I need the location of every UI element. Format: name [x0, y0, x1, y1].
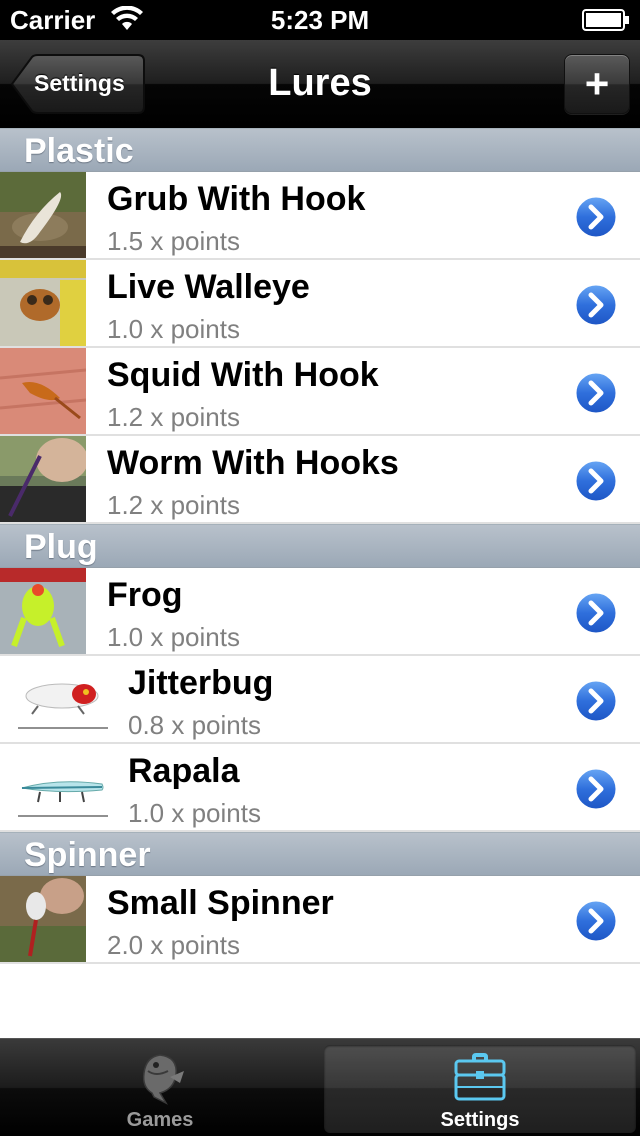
lure-name: Frog: [107, 576, 183, 614]
status-time: 5:23 PM: [270, 5, 370, 35]
lure-points: 1.5 x points: [107, 226, 240, 256]
detail-disclosure-icon[interactable]: [573, 458, 619, 504]
lure-thumbnail: [0, 260, 86, 346]
section-header-spinner: Spinner: [0, 832, 640, 876]
detail-disclosure-icon[interactable]: [573, 282, 619, 328]
section-title: Plug: [24, 528, 98, 566]
lure-points: 2.0 x points: [107, 930, 240, 960]
lure-points: 0.8 x points: [128, 710, 261, 740]
section-title: Plastic: [24, 132, 134, 170]
lure-name: Squid With Hook: [107, 356, 379, 394]
list-item[interactable]: Jitterbug 0.8 x points: [0, 656, 640, 744]
detail-disclosure-icon[interactable]: [573, 678, 619, 724]
lure-name: Live Walleye: [107, 268, 310, 306]
tackle-box-icon: [454, 1053, 506, 1101]
lure-points: 1.0 x points: [128, 798, 261, 828]
section-header-plug: Plug: [0, 524, 640, 568]
detail-disclosure-icon[interactable]: [573, 898, 619, 944]
tab-settings[interactable]: Settings: [324, 1045, 636, 1133]
list-item[interactable]: Worm With Hooks 1.2 x points: [0, 436, 640, 524]
section-header-plastic: Plastic: [0, 128, 640, 172]
lure-list[interactable]: Plastic Grub With Hook 1.5 x points Live…: [0, 128, 640, 1036]
list-item[interactable]: Small Spinner 2.0 x points: [0, 876, 640, 964]
lure-points: 1.0 x points: [107, 622, 240, 652]
section-title: Spinner: [24, 836, 151, 874]
lure-name: Small Spinner: [107, 884, 334, 922]
lure-thumbnail: [18, 683, 108, 729]
page-title: Lures: [268, 62, 372, 104]
plus-icon: +: [584, 60, 610, 107]
lure-thumbnail: [18, 781, 108, 817]
lure-points: 1.2 x points: [107, 490, 240, 520]
tab-label: Settings: [440, 1109, 520, 1131]
list-item[interactable]: Frog 1.0 x points: [0, 568, 640, 656]
lure-name: Grub With Hook: [107, 180, 366, 218]
lure-points: 1.2 x points: [107, 402, 240, 432]
detail-disclosure-icon[interactable]: [573, 766, 619, 812]
tab-bar: Games Settings: [0, 1038, 640, 1136]
lure-name: Rapala: [128, 752, 240, 790]
add-lure-button[interactable]: +: [564, 54, 630, 114]
list-item[interactable]: Grub With Hook 1.5 x points: [0, 172, 640, 260]
lure-points: 1.0 x points: [107, 314, 240, 344]
lure-name: Worm With Hooks: [107, 444, 399, 482]
tab-label: Games: [126, 1109, 194, 1131]
list-item[interactable]: Rapala 1.0 x points: [0, 744, 640, 832]
lure-thumbnail: [0, 876, 86, 962]
lure-thumbnail: [0, 348, 86, 434]
detail-disclosure-icon[interactable]: [573, 194, 619, 240]
lure-thumbnail: [0, 436, 86, 522]
list-item[interactable]: Squid With Hook 1.2 x points: [0, 348, 640, 436]
detail-disclosure-icon[interactable]: [573, 590, 619, 636]
navigation-bar: Settings Lures +: [0, 40, 640, 128]
battery-icon: [582, 9, 629, 31]
list-item[interactable]: Live Walleye 1.0 x points: [0, 260, 640, 348]
status-bar: Carrier 5:23 PM: [0, 0, 640, 40]
detail-disclosure-icon[interactable]: [573, 370, 619, 416]
lure-thumbnail: [0, 172, 86, 258]
lure-name: Jitterbug: [128, 664, 274, 702]
fish-icon: [142, 1054, 184, 1105]
lure-thumbnail: [0, 568, 86, 654]
tab-games[interactable]: Games: [4, 1045, 316, 1133]
